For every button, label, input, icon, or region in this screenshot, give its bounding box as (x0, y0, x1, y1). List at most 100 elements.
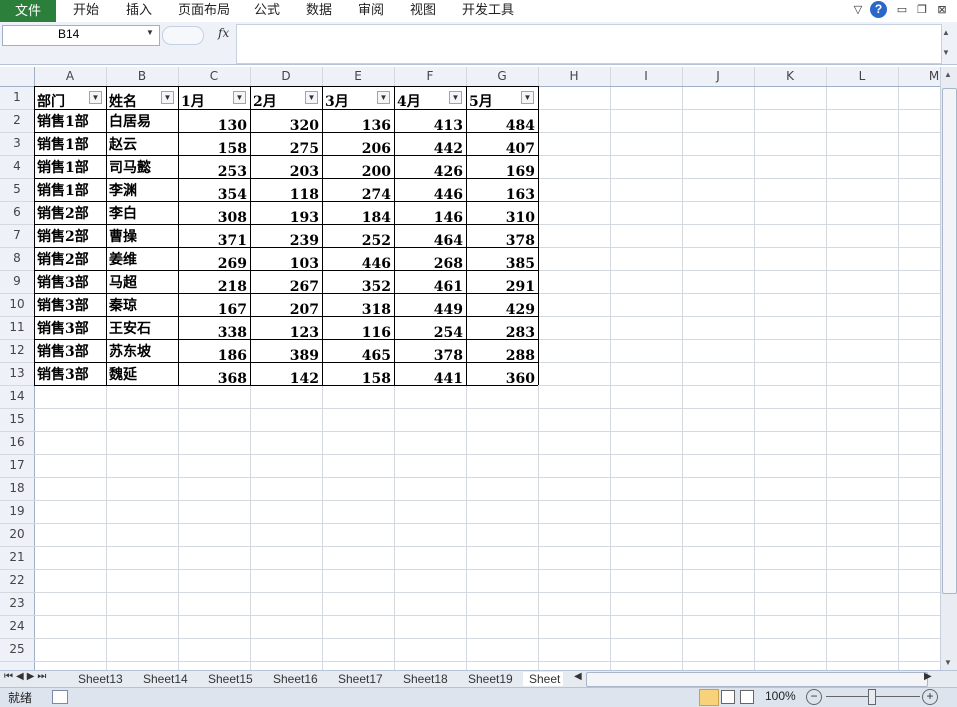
table-cell[interactable]: 118 (250, 180, 322, 203)
row-header[interactable]: 10 (0, 297, 34, 311)
row-header[interactable]: 4 (0, 159, 34, 173)
ribbon-collapse-icon[interactable]: ▽ (850, 2, 866, 18)
column-header-k[interactable]: K (754, 69, 826, 83)
table-cell[interactable]: 484 (466, 111, 538, 134)
row-header[interactable]: 12 (0, 343, 34, 357)
sheet-tab[interactable]: Sheet14 (143, 672, 188, 686)
column-header-m[interactable]: M (898, 69, 940, 83)
worksheet-grid[interactable]: A B C D E F G H I J K L M 1 2 3 4 5 6 7 8 9 10 11 12 13 14 15 16 17 18… (0, 67, 940, 670)
table-cell[interactable]: 销售1部 (37, 130, 105, 153)
table-cell[interactable]: 销售3部 (37, 360, 105, 383)
table-cell[interactable]: 193 (250, 203, 322, 226)
table-cell[interactable]: 371 (178, 226, 250, 249)
restore-icon[interactable]: ❐ (914, 2, 930, 18)
table-cell[interactable]: 446 (322, 249, 394, 272)
row-header[interactable]: 9 (0, 274, 34, 288)
row-header[interactable]: 7 (0, 228, 34, 242)
table-cell[interactable]: 442 (394, 134, 466, 157)
table-cell[interactable]: 352 (322, 272, 394, 295)
table-cell[interactable]: 267 (250, 272, 322, 295)
page-layout-view-icon[interactable] (721, 690, 735, 704)
table-cell[interactable]: 马超 (109, 268, 177, 291)
tab-insert[interactable]: 插入 (126, 0, 152, 22)
table-cell[interactable]: 389 (250, 341, 322, 364)
table-cell[interactable]: 338 (178, 318, 250, 341)
table-cell[interactable]: 销售3部 (37, 291, 105, 314)
table-cell[interactable]: 142 (250, 364, 322, 387)
row-header[interactable]: 18 (0, 481, 34, 495)
table-cell[interactable]: 销售3部 (37, 337, 105, 360)
filter-dropdown-icon[interactable]: ▼ (233, 91, 246, 104)
formula-bar-splitter[interactable] (162, 26, 204, 45)
table-cell[interactable]: 秦琼 (109, 291, 177, 314)
column-header-a[interactable]: A (34, 69, 106, 83)
macro-record-icon[interactable] (52, 690, 68, 704)
insert-function-icon[interactable]: fx (218, 26, 229, 40)
row-header[interactable]: 17 (0, 458, 34, 472)
table-cell[interactable]: 291 (466, 272, 538, 295)
zoom-slider-handle[interactable] (868, 689, 876, 705)
page-break-view-icon[interactable] (740, 690, 754, 704)
row-header[interactable]: 1 (0, 90, 34, 104)
close-icon[interactable]: ⊠ (934, 2, 950, 18)
column-header-b[interactable]: B (106, 69, 178, 83)
table-cell[interactable]: 253 (178, 157, 250, 180)
table-cell[interactable]: 274 (322, 180, 394, 203)
table-cell[interactable]: 销售2部 (37, 199, 105, 222)
column-header-i[interactable]: I (610, 69, 682, 83)
table-cell[interactable]: 136 (322, 111, 394, 134)
table-cell[interactable]: 206 (322, 134, 394, 157)
scroll-down-icon[interactable]: ▼ (944, 658, 952, 667)
tab-data[interactable]: 数据 (306, 0, 332, 22)
horizontal-scroll-thumb[interactable] (586, 672, 928, 687)
tab-home[interactable]: 开始 (73, 0, 99, 22)
row-header[interactable]: 8 (0, 251, 34, 265)
table-cell[interactable]: 116 (322, 318, 394, 341)
table-cell[interactable]: 200 (322, 157, 394, 180)
table-cell[interactable]: 310 (466, 203, 538, 226)
table-cell[interactable]: 146 (394, 203, 466, 226)
row-header[interactable]: 24 (0, 619, 34, 633)
scroll-right-icon[interactable]: ▶ (924, 671, 932, 682)
table-cell[interactable]: 441 (394, 364, 466, 387)
row-header[interactable]: 19 (0, 504, 34, 518)
table-cell[interactable]: 207 (250, 295, 322, 318)
table-cell[interactable]: 378 (394, 341, 466, 364)
row-header[interactable]: 14 (0, 389, 34, 403)
table-cell[interactable]: 318 (322, 295, 394, 318)
table-cell[interactable]: 魏延 (109, 360, 177, 383)
row-header[interactable]: 21 (0, 550, 34, 564)
row-header[interactable]: 16 (0, 435, 34, 449)
table-cell[interactable]: 130 (178, 111, 250, 134)
zoom-out-icon[interactable]: − (806, 689, 822, 705)
table-cell[interactable]: 销售3部 (37, 314, 105, 337)
scroll-up-icon[interactable]: ▲ (944, 70, 952, 79)
table-cell[interactable]: 赵云 (109, 130, 177, 153)
column-header-f[interactable]: F (394, 69, 466, 83)
table-cell[interactable]: 184 (322, 203, 394, 226)
table-cell[interactable]: 269 (178, 249, 250, 272)
help-icon[interactable]: ? (870, 1, 887, 18)
column-header-d[interactable]: D (250, 69, 322, 83)
table-cell[interactable]: 李白 (109, 199, 177, 222)
table-cell[interactable]: 446 (394, 180, 466, 203)
formula-expand-icon[interactable]: ▲ (942, 28, 950, 37)
tab-review[interactable]: 审阅 (358, 0, 384, 22)
table-cell[interactable]: 销售1部 (37, 107, 105, 130)
table-cell[interactable]: 465 (322, 341, 394, 364)
column-header-g[interactable]: G (466, 69, 538, 83)
table-cell[interactable]: 186 (178, 341, 250, 364)
table-cell[interactable]: 320 (250, 111, 322, 134)
row-header[interactable]: 20 (0, 527, 34, 541)
row-header[interactable]: 2 (0, 113, 34, 127)
row-header[interactable]: 13 (0, 366, 34, 380)
sheet-tab[interactable]: Sheet18 (403, 672, 448, 686)
row-header[interactable]: 6 (0, 205, 34, 219)
filter-dropdown-icon[interactable]: ▼ (449, 91, 462, 104)
table-cell[interactable]: 白居易 (109, 107, 177, 130)
table-cell[interactable]: 429 (466, 295, 538, 318)
table-header-cell[interactable]: 1月 (181, 87, 233, 110)
table-cell[interactable]: 268 (394, 249, 466, 272)
table-header-cell[interactable]: 4月 (397, 87, 449, 110)
row-header[interactable]: 25 (0, 642, 34, 656)
